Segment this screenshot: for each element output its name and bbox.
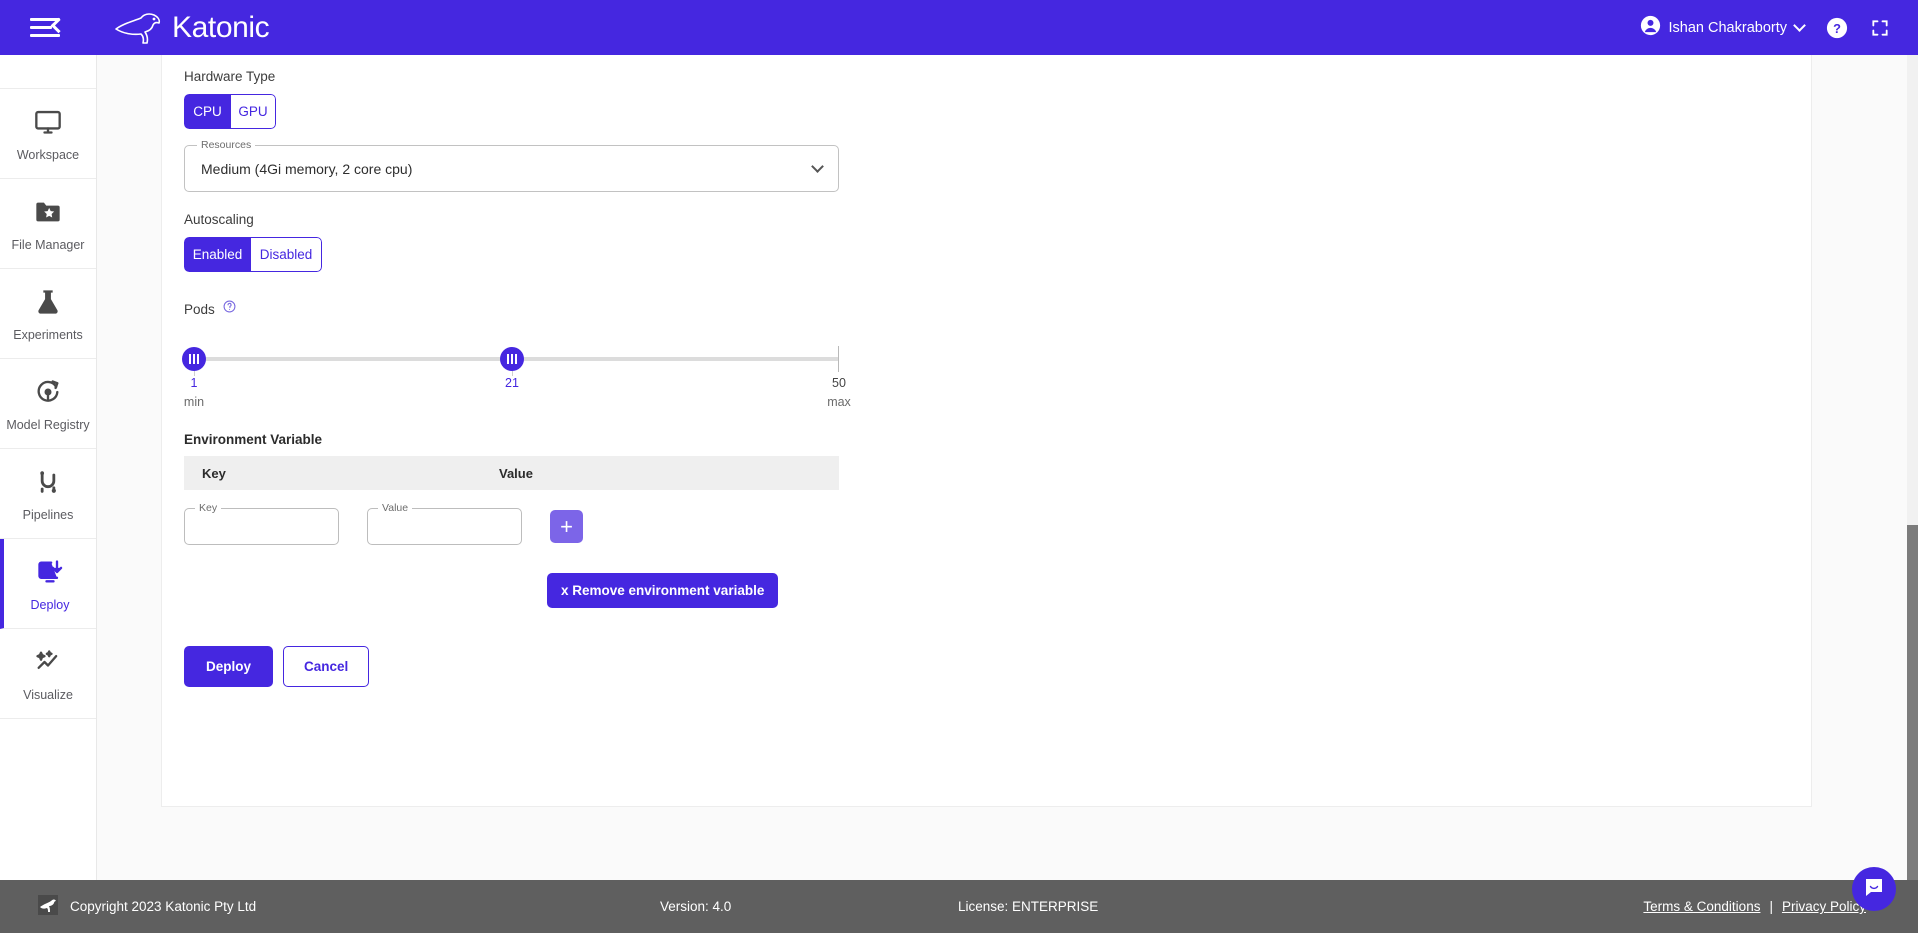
sidebar-item-deploy[interactable]: Deploy <box>0 539 96 629</box>
env-value-legend: Value <box>378 502 413 514</box>
fullscreen-icon[interactable] <box>1870 18 1890 38</box>
hamburger-menu-icon[interactable] <box>30 15 67 41</box>
sidebar-item-file-manager[interactable]: File Manager <box>0 179 96 269</box>
autoscaling-enabled-button[interactable]: Enabled <box>184 237 250 272</box>
flask-icon <box>34 285 62 319</box>
chat-launcher-button[interactable] <box>1852 867 1896 911</box>
katonic-mark-icon <box>36 893 60 920</box>
sidebar-item-label: Deploy <box>30 598 70 612</box>
footer-license: License: ENTERPRISE <box>958 899 1099 914</box>
brand-name: Katonic <box>172 10 270 44</box>
sidebar-item-workspace[interactable]: Workspace <box>0 89 96 179</box>
sidebar-nav: Workspace File Manager Experiments Model… <box>0 55 97 933</box>
sidebar-top-spacer <box>0 55 96 89</box>
folder-star-icon <box>33 195 63 229</box>
slider-handle-min[interactable] <box>182 347 206 371</box>
svg-text:?: ? <box>1833 21 1841 36</box>
deploy-button[interactable]: Deploy <box>184 646 274 687</box>
chevron-down-icon <box>811 160 824 173</box>
footer-links: Terms & Conditions | Privacy Policy <box>1643 899 1866 914</box>
add-environment-variable-button[interactable]: + <box>550 510 583 543</box>
footer-copyright-text: Copyright 2023 Katonic Pty Ltd <box>70 899 257 914</box>
environment-variable-table-header: Key Value <box>184 456 839 490</box>
sidebar-item-label: Model Registry <box>6 418 90 432</box>
sparkle-chart-icon <box>33 645 63 679</box>
slider-min-value: 1 <box>190 376 198 390</box>
column-header-value: Value <box>499 465 533 481</box>
hardware-type-label: Hardware Type <box>184 69 276 84</box>
form-actions: Deploy Cancel <box>184 646 1789 687</box>
resources-value: Medium (4Gi memory, 2 core cpu) <box>201 160 413 177</box>
env-value-input[interactable] <box>368 509 521 544</box>
user-avatar-icon <box>1640 15 1661 41</box>
slider-min-caption: min <box>183 395 205 409</box>
environment-variable-title: Environment Variable <box>184 432 323 447</box>
environment-variable-row: Key Value + <box>184 502 1789 545</box>
autoscaling-toggle: Enabled Disabled <box>184 237 322 272</box>
chat-bubble-icon <box>1862 875 1886 904</box>
hardware-type-cpu-button[interactable]: CPU <box>184 94 230 129</box>
terms-conditions-link[interactable]: Terms & Conditions <box>1643 899 1760 914</box>
privacy-policy-link[interactable]: Privacy Policy <box>1782 899 1866 914</box>
env-key-input[interactable] <box>185 509 338 544</box>
main-scrollbar-track[interactable] <box>1907 55 1918 880</box>
sidebar-item-label: Pipelines <box>22 508 74 522</box>
autoscaling-disabled-button[interactable]: Disabled <box>250 237 322 272</box>
help-circle-icon[interactable] <box>223 300 236 318</box>
slider-handle-current[interactable] <box>500 347 524 371</box>
resources-select[interactable]: Resources Medium (4Gi memory, 2 core cpu… <box>184 139 839 192</box>
sidebar-item-pipelines[interactable]: Pipelines <box>0 449 96 539</box>
pods-label: Pods <box>184 301 215 317</box>
chevron-down-icon <box>1793 19 1806 32</box>
main-scrollbar-thumb[interactable] <box>1907 525 1918 880</box>
deploy-form-card: Hardware Type CPU GPU Resources Medium (… <box>161 55 1812 807</box>
env-key-field[interactable]: Key <box>184 502 339 545</box>
sidebar-item-visualize[interactable]: Visualize <box>0 629 96 719</box>
hardware-type-gpu-button[interactable]: GPU <box>230 94 276 129</box>
pods-label-row: Pods <box>184 300 1789 318</box>
slider-current-value: 21 <box>505 376 519 390</box>
monitor-icon <box>32 105 64 139</box>
footer-version: Version: 4.0 <box>660 899 732 914</box>
user-name-label: Ishan Chakraborty <box>1668 19 1787 36</box>
kangaroo-logo-icon <box>114 11 164 45</box>
footer-link-separator: | <box>1769 899 1773 914</box>
help-circle-icon[interactable]: ? <box>1826 17 1848 39</box>
env-key-legend: Key <box>195 502 222 514</box>
autoscaling-label: Autoscaling <box>184 212 254 227</box>
column-header-key: Key <box>202 465 226 481</box>
brand-logo[interactable]: Katonic <box>114 10 270 45</box>
slider-max-tick <box>838 346 839 372</box>
footer-copyright-group: Copyright 2023 Katonic Pty Ltd <box>36 893 256 920</box>
resources-legend: Resources <box>197 139 256 151</box>
sidebar-item-label: Experiments <box>13 328 83 342</box>
app-header: Katonic Ishan Chakraborty ? <box>0 0 1918 55</box>
header-right-group: Ishan Chakraborty ? <box>1640 15 1890 41</box>
slider-max-value: 50 <box>832 376 846 390</box>
sidebar-item-experiments[interactable]: Experiments <box>0 269 96 359</box>
main-content: Hardware Type CPU GPU Resources Medium (… <box>97 55 1918 880</box>
sidebar-item-label: Visualize <box>23 688 73 702</box>
sidebar-item-label: File Manager <box>11 238 85 252</box>
cancel-button[interactable]: Cancel <box>283 646 370 687</box>
sidebar-item-model-registry[interactable]: Model Registry <box>0 359 96 449</box>
remove-environment-variable-button[interactable]: x Remove environment variable <box>547 573 779 608</box>
deploy-download-icon <box>34 555 66 589</box>
hardware-type-toggle: CPU GPU <box>184 94 276 129</box>
user-menu[interactable]: Ishan Chakraborty <box>1640 15 1806 41</box>
sidebar-item-label: Workspace <box>16 148 80 162</box>
pods-range-slider[interactable]: 1 21 50 min max <box>182 340 851 418</box>
pipeline-icon <box>34 465 62 499</box>
slider-max-caption: max <box>827 395 851 409</box>
app-footer: Copyright 2023 Katonic Pty Ltd Version: … <box>0 880 1918 933</box>
env-value-field[interactable]: Value <box>367 502 522 545</box>
model-refresh-icon <box>33 375 63 409</box>
